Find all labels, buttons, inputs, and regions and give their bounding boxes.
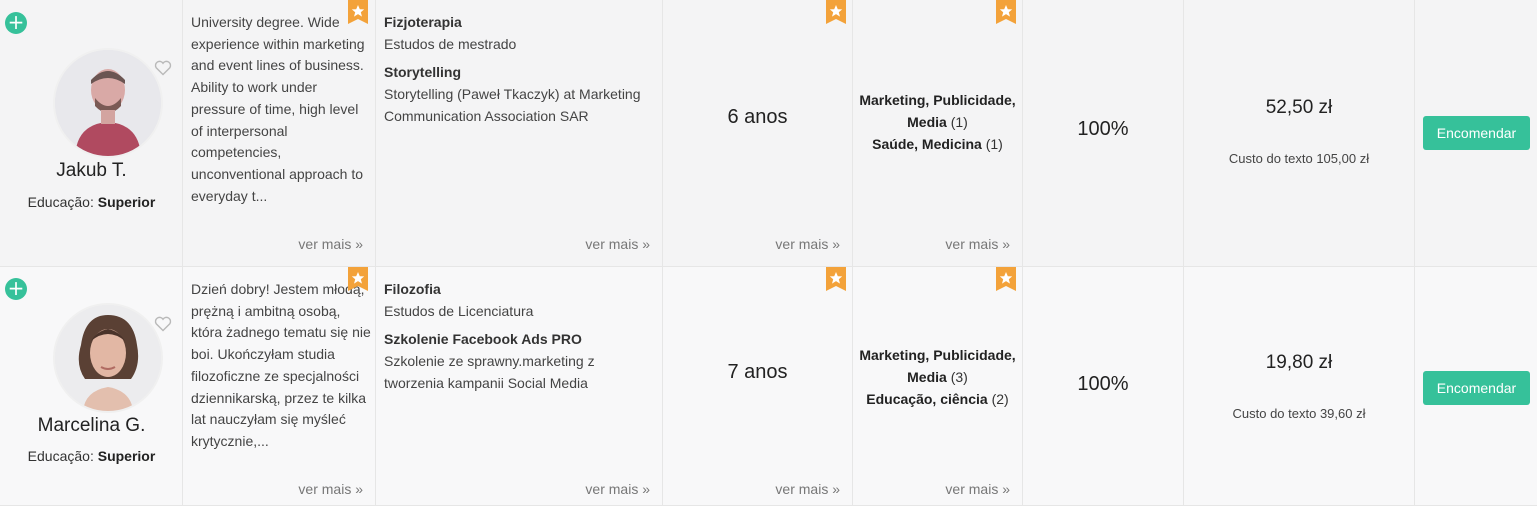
text-cost: Custo do texto 39,60 zł bbox=[1232, 406, 1366, 421]
education-title: Storytelling bbox=[384, 64, 462, 81]
price-cell: 19,80 zł Custo do texto 39,60 zł bbox=[1184, 267, 1415, 505]
text-cost: Custo do texto 105,00 zł bbox=[1228, 151, 1370, 166]
avatar[interactable] bbox=[55, 305, 161, 411]
price-cell: 52,50 zł Custo do texto 105,00 zł bbox=[1184, 0, 1415, 266]
translator-row: + Jakub T. Educação: Superior University… bbox=[0, 0, 1537, 267]
heart-icon[interactable] bbox=[154, 60, 172, 76]
education-value: Superior bbox=[97, 194, 156, 210]
profile-cell: + Jakub T. Educação: Superior bbox=[0, 0, 183, 266]
see-more-link[interactable]: ver mais » bbox=[775, 236, 840, 252]
see-more-link[interactable]: ver mais » bbox=[775, 481, 840, 497]
specialization-cell: Marketing, Publicidade, Media (1) Saúde,… bbox=[853, 0, 1023, 266]
education-detail: Estudos de mestrado bbox=[384, 35, 517, 52]
education-detail: Estudos de Licenciatura bbox=[384, 302, 534, 319]
star-badge-icon bbox=[348, 0, 368, 24]
percentage-cell: 100% bbox=[1023, 0, 1184, 266]
specialization-cell: Marketing, Publicidade, Media (3) Educaç… bbox=[853, 267, 1023, 505]
specialization-label: Educação, ciência bbox=[866, 391, 988, 407]
translator-description: Dzień dobry! Jestem młodą, prężną i ambi… bbox=[191, 281, 371, 449]
heart-icon[interactable] bbox=[154, 316, 172, 332]
translator-name[interactable]: Marcelina G. bbox=[0, 415, 183, 437]
price-value: 52,50 zł bbox=[1265, 97, 1333, 118]
specialization-label: Marketing, Publicidade, Media bbox=[859, 347, 1016, 385]
experience-cell: 6 anos ver mais » bbox=[663, 0, 853, 266]
star-badge-icon bbox=[826, 0, 846, 24]
specialization-list: Marketing, Publicidade, Media (3) Educaç… bbox=[853, 344, 1022, 410]
translator-row: + Marcelina G. Educação: Superior Dzień … bbox=[0, 267, 1537, 506]
star-badge-icon bbox=[826, 267, 846, 291]
translator-name[interactable]: Jakub T. bbox=[0, 160, 183, 182]
education-label: Educação: bbox=[27, 448, 94, 464]
see-more-link[interactable]: ver mais » bbox=[945, 481, 1010, 497]
specialization-count: (3) bbox=[950, 369, 968, 385]
translator-description: University degree. Wide experience withi… bbox=[191, 14, 365, 204]
percentage-value: 100% bbox=[1077, 118, 1129, 140]
see-more-link[interactable]: ver mais » bbox=[298, 481, 363, 497]
avatar[interactable] bbox=[55, 50, 161, 156]
education-level: Educação: Superior bbox=[0, 448, 183, 464]
education-title: Szkolenie Facebook Ads PRO bbox=[384, 331, 582, 348]
specialization-label: Saúde, Medicina bbox=[872, 136, 982, 152]
see-more-link[interactable]: ver mais » bbox=[585, 236, 650, 252]
star-badge-icon bbox=[996, 267, 1016, 291]
education-cell: Filozofia Estudos de Licenciatura Szkole… bbox=[348, 267, 663, 505]
experience-value: 7 anos bbox=[727, 361, 788, 383]
education-title: Filozofia bbox=[384, 281, 441, 297]
percentage-cell: 100% bbox=[1023, 267, 1184, 505]
specialization-list: Marketing, Publicidade, Media (1) Saúde,… bbox=[853, 89, 1022, 155]
order-button[interactable]: Encomendar bbox=[1423, 116, 1530, 150]
education-detail: Szkolenie ze sprawny.marketing z tworzen… bbox=[384, 353, 595, 391]
education-list: Fizjoterapia Estudos de mestrado Storyte… bbox=[384, 12, 654, 128]
star-badge-icon bbox=[348, 267, 368, 291]
specialization-count: (2) bbox=[991, 391, 1009, 407]
translator-table: + Jakub T. Educação: Superior University… bbox=[0, 0, 1537, 506]
education-list: Filozofia Estudos de Licenciatura Szkole… bbox=[384, 279, 654, 395]
education-title: Fizjoterapia bbox=[384, 14, 462, 30]
specialization-count: (1) bbox=[985, 136, 1003, 152]
percentage-value: 100% bbox=[1077, 373, 1129, 395]
experience-value: 6 anos bbox=[727, 106, 788, 128]
see-more-link[interactable]: ver mais » bbox=[298, 236, 363, 252]
see-more-link[interactable]: ver mais » bbox=[585, 481, 650, 497]
education-value: Superior bbox=[97, 448, 156, 464]
see-more-link[interactable]: ver mais » bbox=[945, 236, 1010, 252]
star-badge-icon bbox=[996, 0, 1016, 24]
experience-cell: 7 anos ver mais » bbox=[663, 267, 853, 505]
education-level: Educação: Superior bbox=[0, 194, 183, 210]
price-value: 19,80 zł bbox=[1265, 352, 1333, 373]
education-detail: Storytelling (Paweł Tkaczyk) at Marketin… bbox=[384, 86, 641, 124]
education-cell: Fizjoterapia Estudos de mestrado Storyte… bbox=[348, 0, 663, 266]
description-cell: University degree. Wide experience withi… bbox=[183, 0, 376, 266]
specialization-count: (1) bbox=[950, 114, 968, 130]
profile-cell: + Marcelina G. Educação: Superior bbox=[0, 267, 183, 505]
description-cell: Dzień dobry! Jestem młodą, prężną i ambi… bbox=[183, 267, 376, 505]
education-label: Educação: bbox=[27, 194, 94, 210]
add-icon[interactable]: + bbox=[5, 278, 27, 300]
action-cell: Encomendar bbox=[1415, 0, 1537, 266]
order-button[interactable]: Encomendar bbox=[1423, 371, 1530, 405]
action-cell: Encomendar bbox=[1415, 267, 1537, 505]
specialization-label: Marketing, Publicidade, Media bbox=[859, 92, 1016, 130]
add-icon[interactable]: + bbox=[5, 12, 27, 34]
